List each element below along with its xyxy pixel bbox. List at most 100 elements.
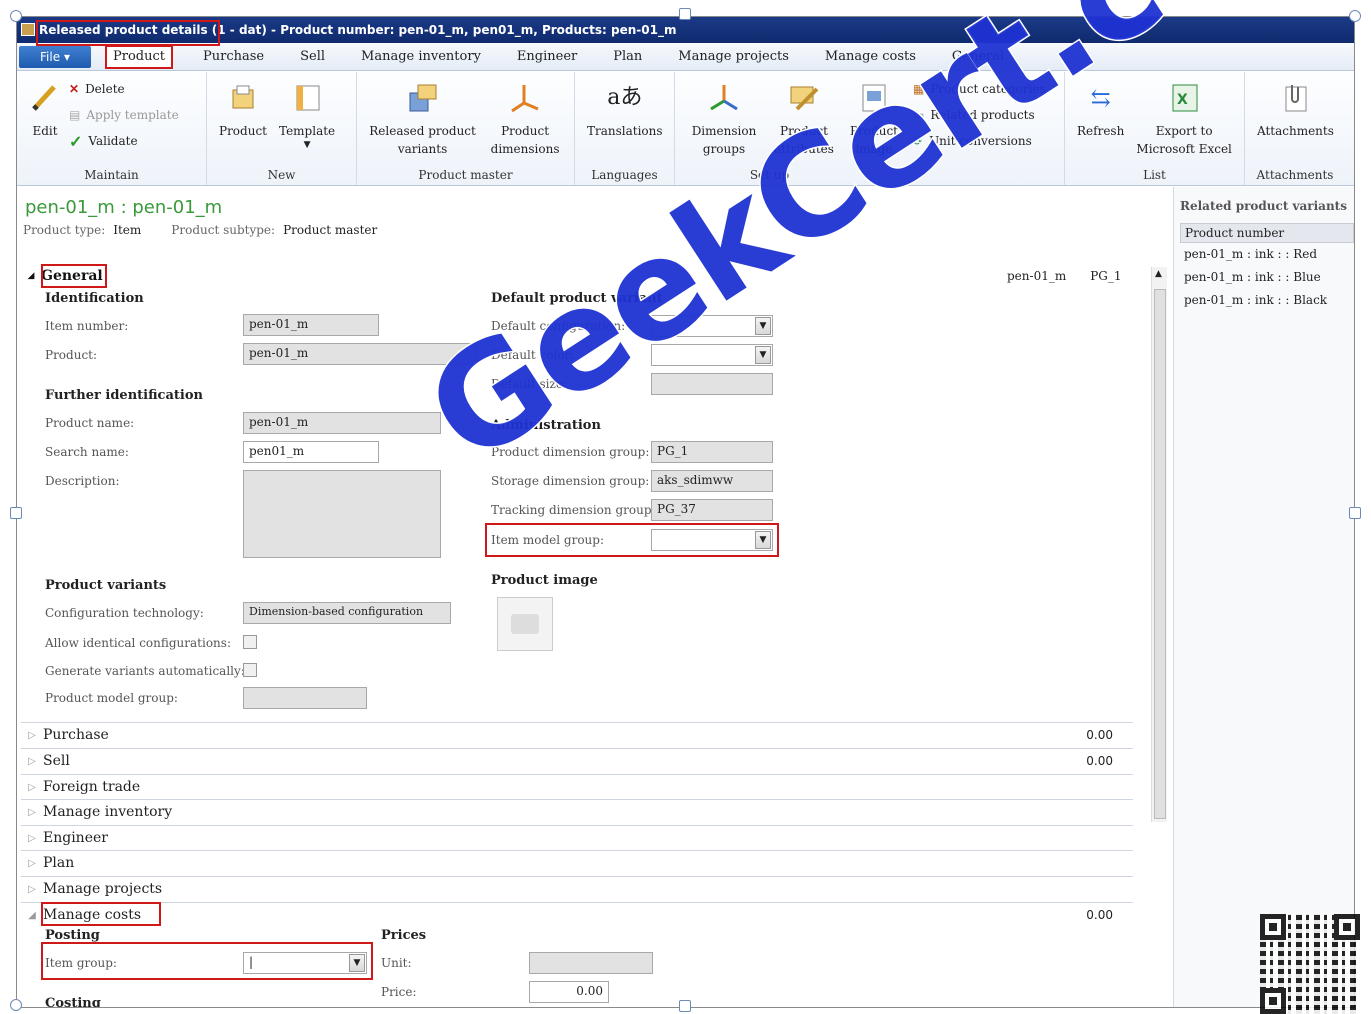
- apply-template-label: Apply template: [86, 108, 179, 122]
- fasttab-engineer[interactable]: ▷ Engineer: [21, 825, 1133, 850]
- dimension-groups-icon: [706, 80, 742, 116]
- product-name-field[interactable]: pen-01_m: [243, 412, 441, 434]
- product-image-placeholder[interactable]: [497, 597, 553, 651]
- storage-dimension-group-field[interactable]: aks_sdimww: [651, 470, 773, 492]
- template-icon: ▤: [69, 108, 81, 122]
- scrollbar-thumb[interactable]: [1154, 289, 1166, 819]
- fasttab-manage-projects[interactable]: ▷ Manage projects: [21, 876, 1133, 901]
- ribbon: Edit ✕ Delete ▤ Apply template ✓ Validate M…: [17, 72, 1354, 186]
- item-number-field[interactable]: pen-01_m: [243, 314, 379, 336]
- camera-icon: [511, 614, 539, 634]
- product-model-group-field[interactable]: [243, 687, 367, 709]
- resize-handle[interactable]: [679, 8, 691, 20]
- sell-value: 0.00: [1086, 754, 1113, 768]
- allow-identical-label: Allow identical configurations:: [45, 636, 231, 650]
- manage-inventory-label: Manage inventory: [43, 804, 173, 820]
- edit-label: Edit: [32, 124, 58, 138]
- tab-sell[interactable]: Sell: [282, 45, 343, 69]
- qr-finder: [1260, 914, 1286, 940]
- refresh-label: Refresh: [1077, 124, 1125, 138]
- product-dimension-group-field[interactable]: PG_1: [651, 441, 773, 463]
- scroll-up-icon[interactable]: ▲: [1155, 269, 1162, 279]
- tab-product[interactable]: Product: [105, 44, 173, 69]
- translate-icon: aあ: [607, 85, 643, 110]
- unit-field[interactable]: [529, 952, 653, 974]
- product-number-column-header[interactable]: Product number: [1180, 223, 1354, 243]
- price-field[interactable]: 0.00: [529, 981, 609, 1003]
- item-model-group-combo[interactable]: ▼: [651, 529, 773, 551]
- window-title: Released product details (1 - dat) - Pro…: [39, 23, 677, 37]
- triangle-right-icon: ▷: [28, 883, 36, 895]
- tab-purchase[interactable]: Purchase: [185, 45, 282, 69]
- purchase-value: 0.00: [1086, 728, 1113, 742]
- file-label: File: [40, 49, 61, 64]
- resize-handle[interactable]: [10, 507, 22, 519]
- tab-manage-projects[interactable]: Manage projects: [660, 45, 807, 69]
- product-master-group-label: Product master: [418, 168, 513, 182]
- fasttab-manage-costs[interactable]: ◢ Manage costs 0.00: [21, 902, 1133, 927]
- fasttab-sell[interactable]: ▷ Sell 0.00: [21, 748, 1133, 773]
- resize-handle[interactable]: [1349, 507, 1361, 519]
- delete-button[interactable]: ✕ Delete: [69, 76, 179, 102]
- generate-variants-checkbox[interactable]: [243, 663, 257, 677]
- fasttab-manage-inventory[interactable]: ▷ Manage inventory: [21, 799, 1133, 824]
- product-icon: [225, 80, 261, 116]
- fasttab-foreign-trade[interactable]: ▷ Foreign trade: [21, 774, 1133, 799]
- related-variants-list: pen-01_m : ink : : Red pen-01_m : ink : …: [1180, 245, 1354, 314]
- delete-label: Delete: [85, 82, 125, 96]
- sell-label: Sell: [43, 753, 70, 769]
- chevron-down-icon[interactable]: ▼: [349, 954, 365, 972]
- search-name-field[interactable]: pen01_m: [243, 441, 379, 463]
- configuration-technology-field[interactable]: Dimension-based configuration: [243, 602, 451, 624]
- fasttab-purchase[interactable]: ▷ Purchase 0.00: [21, 722, 1133, 747]
- fasttab-general[interactable]: ◢ General: [21, 265, 103, 287]
- resize-handle[interactable]: [1349, 10, 1361, 22]
- costing-title: Costing: [45, 996, 101, 1008]
- released-variants-label: Released product variants: [369, 124, 476, 156]
- unit-label: Unit:: [381, 956, 412, 970]
- paperclip-icon: [1277, 80, 1313, 116]
- product-type-label: Product type:: [23, 223, 106, 237]
- list-item[interactable]: pen-01_m : ink : : Black: [1180, 291, 1354, 314]
- maintain-group-label: Maintain: [84, 168, 139, 182]
- apply-template-button[interactable]: ▤ Apply template: [69, 102, 179, 128]
- description-label: Description:: [45, 474, 120, 488]
- tab-engineer[interactable]: Engineer: [499, 45, 595, 69]
- validate-label: Validate: [88, 134, 138, 148]
- list-item[interactable]: pen-01_m : ink : : Red: [1180, 245, 1354, 268]
- engineer-label: Engineer: [43, 830, 108, 846]
- chevron-down-icon: ▾: [63, 49, 70, 64]
- fasttab-plan[interactable]: ▷ Plan: [21, 850, 1133, 875]
- related-variants-pane: Related product variants Product number …: [1173, 187, 1354, 1007]
- configuration-technology-label: Configuration technology:: [45, 606, 204, 620]
- triangle-right-icon: ▷: [28, 729, 36, 741]
- new-product-label: Product: [219, 124, 267, 138]
- resize-handle[interactable]: [679, 1000, 691, 1012]
- pencil-icon: [27, 80, 63, 116]
- app-icon: [21, 23, 35, 36]
- product-subtype-value: Product master: [283, 223, 378, 237]
- tab-plan[interactable]: Plan: [595, 45, 660, 69]
- triangle-down-icon: ◢: [27, 271, 35, 281]
- file-menu-button[interactable]: File ▾: [19, 45, 91, 68]
- chevron-down-icon[interactable]: ▼: [755, 531, 771, 549]
- summary-product: pen-01_m: [1007, 269, 1067, 283]
- template-doc-icon: [289, 80, 325, 116]
- product-image-title: Product image: [491, 573, 598, 588]
- validate-button[interactable]: ✓ Validate: [69, 128, 179, 154]
- ribbon-group-new: Product Template ▼ New: [207, 72, 357, 185]
- item-group-combo[interactable]: | ▼: [243, 952, 367, 974]
- item-model-group-label: Item model group:: [491, 533, 604, 547]
- tracking-dimension-group-field[interactable]: PG_37: [651, 499, 773, 521]
- description-field[interactable]: [243, 470, 441, 558]
- list-item[interactable]: pen-01_m : ink : : Blue: [1180, 268, 1354, 291]
- resize-handle[interactable]: [10, 10, 22, 22]
- chevron-down-icon[interactable]: ▼: [755, 346, 771, 364]
- allow-identical-checkbox[interactable]: [243, 635, 257, 649]
- tab-manage-inventory[interactable]: Manage inventory: [343, 45, 499, 69]
- product-type-value: Item: [113, 223, 142, 237]
- text-cursor: |: [249, 955, 254, 969]
- resize-handle[interactable]: [10, 999, 22, 1011]
- form-scrollbar[interactable]: ▲: [1151, 267, 1167, 822]
- plan-label: Plan: [43, 855, 75, 871]
